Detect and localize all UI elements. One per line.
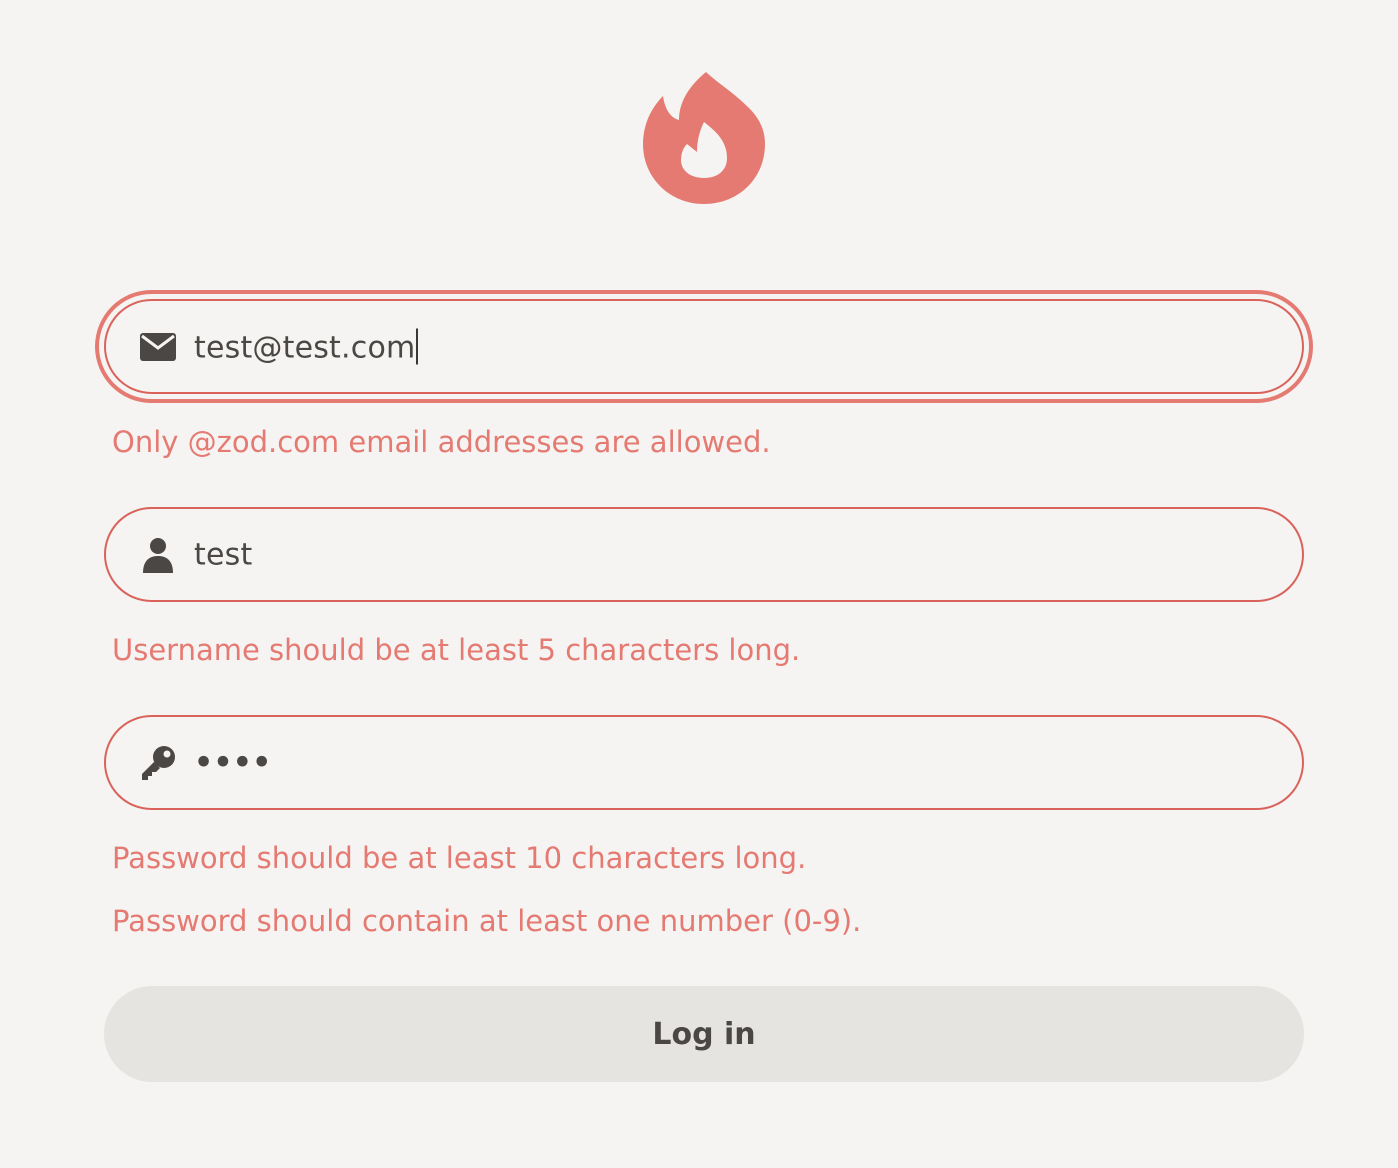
login-page: test@test.com Only @zod.com email addres… bbox=[0, 0, 1398, 1168]
password-field[interactable]: •••• bbox=[104, 715, 1304, 810]
username-input[interactable]: test bbox=[194, 537, 252, 572]
password-input[interactable]: •••• bbox=[194, 745, 272, 780]
flame-icon bbox=[643, 72, 765, 204]
key-icon bbox=[139, 744, 177, 782]
username-error: Username should be at least 5 characters… bbox=[112, 633, 801, 667]
email-error: Only @zod.com email addresses are allowe… bbox=[112, 425, 771, 459]
email-input[interactable]: test@test.com bbox=[194, 328, 419, 365]
text-caret bbox=[416, 328, 419, 364]
password-error-number: Password should contain at least one num… bbox=[112, 904, 862, 938]
username-field[interactable]: test bbox=[104, 507, 1304, 602]
password-error-length: Password should be at least 10 character… bbox=[112, 841, 807, 875]
email-field[interactable]: test@test.com bbox=[104, 299, 1304, 394]
envelope-icon bbox=[139, 328, 177, 366]
user-icon bbox=[139, 536, 177, 574]
login-button[interactable]: Log in bbox=[104, 986, 1304, 1082]
